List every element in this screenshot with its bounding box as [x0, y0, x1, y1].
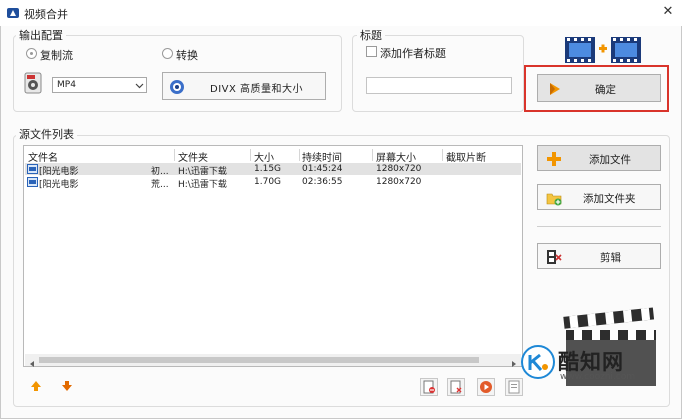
window-title: 视频合并 [24, 8, 68, 21]
column-header-name[interactable]: 文件名 [28, 149, 58, 164]
document-remove-icon [423, 380, 435, 394]
column-separator [174, 149, 175, 161]
profile-label: DIVX 高质量和大小 [210, 84, 304, 95]
move-down-icon[interactable] [61, 380, 73, 392]
play-icon [480, 381, 492, 393]
add-author-title-checkbox[interactable] [366, 46, 377, 57]
clear-list-button[interactable] [447, 378, 465, 396]
video-file-icon [27, 164, 38, 174]
format-value: MP4 [57, 80, 76, 90]
cell-name: [阳光电影 [39, 180, 79, 190]
cell-duration: 01:45:24 [302, 164, 343, 174]
add-file-label: 添加文件 [589, 154, 631, 166]
copy-stream-label: 复制流 [40, 49, 73, 62]
profile-button[interactable]: DIVX 高质量和大小 [162, 72, 326, 100]
convert-label: 转换 [176, 49, 198, 62]
column-separator [250, 149, 251, 161]
close-button[interactable]: ✕ [660, 4, 676, 20]
film-cut-icon [546, 249, 562, 265]
watermark-logo-icon [521, 345, 555, 379]
film-merge-icon [565, 35, 641, 65]
title-bar [0, 0, 682, 26]
cut-label: 剪辑 [600, 252, 621, 264]
column-separator [299, 149, 300, 161]
title-group-label: 标题 [357, 27, 385, 43]
title-input[interactable] [366, 77, 512, 94]
add-folder-label: 添加文件夹 [583, 193, 636, 205]
cell-name-suffix: 荒... [151, 180, 169, 190]
column-header-screen-size[interactable]: 屏幕大小 [376, 149, 416, 164]
cut-button[interactable]: 剪辑 [537, 243, 661, 269]
app-icon [6, 6, 20, 20]
button-divider [537, 226, 661, 227]
convert-radio[interactable] [162, 48, 173, 59]
add-author-title-label: 添加作者标题 [380, 47, 446, 60]
confirm-label: 确定 [595, 84, 616, 96]
copy-stream-radio[interactable] [26, 48, 37, 59]
column-header-size[interactable]: 大小 [254, 149, 274, 164]
remove-file-button[interactable] [420, 378, 438, 396]
scroll-left-arrow-icon[interactable] [29, 357, 35, 367]
cell-screen-size: 1280x720 [376, 164, 422, 174]
cell-size: 1.15G [254, 164, 282, 174]
cell-size: 1.70G [254, 177, 282, 187]
format-icon [24, 72, 42, 94]
source-file-table: 文件名 文件夹 大小 持续时间 屏幕大小 截取片断 [阳光电影 初... H:\… [23, 145, 523, 367]
cell-duration: 02:36:55 [302, 177, 343, 187]
radio-dot [30, 52, 33, 55]
plus-icon [547, 152, 561, 166]
cell-folder: H:\迅雷下载 [178, 180, 227, 190]
move-up-icon[interactable] [30, 380, 42, 392]
scroll-thumb[interactable] [39, 357, 479, 363]
document-info-icon [508, 380, 520, 394]
chevron-down-icon [135, 81, 144, 90]
confirm-button[interactable]: 确定 [537, 74, 661, 102]
document-delete-icon [450, 380, 462, 394]
add-folder-button[interactable]: 添加文件夹 [537, 184, 661, 210]
disc-icon [169, 79, 185, 95]
source-list-label: 源文件列表 [16, 126, 77, 142]
horizontal-scrollbar[interactable] [25, 354, 521, 367]
watermark-url: www.coozhi.com [560, 372, 636, 382]
scroll-right-arrow-icon[interactable] [511, 357, 517, 367]
video-file-icon [27, 177, 38, 187]
cell-screen-size: 1280x720 [376, 177, 422, 187]
properties-button[interactable] [505, 378, 523, 396]
column-separator [372, 149, 373, 161]
format-select[interactable]: MP4 [52, 77, 147, 93]
add-file-button[interactable]: 添加文件 [537, 145, 661, 171]
column-header-folder[interactable]: 文件夹 [178, 149, 208, 164]
arrow-right-icon [547, 81, 563, 97]
column-separator [442, 149, 443, 161]
column-header-clip[interactable]: 截取片断 [446, 149, 486, 164]
folder-add-icon [546, 190, 562, 206]
play-button[interactable] [477, 378, 495, 396]
output-settings-label: 输出配置 [16, 27, 66, 43]
column-header-duration[interactable]: 持续时间 [302, 149, 342, 164]
